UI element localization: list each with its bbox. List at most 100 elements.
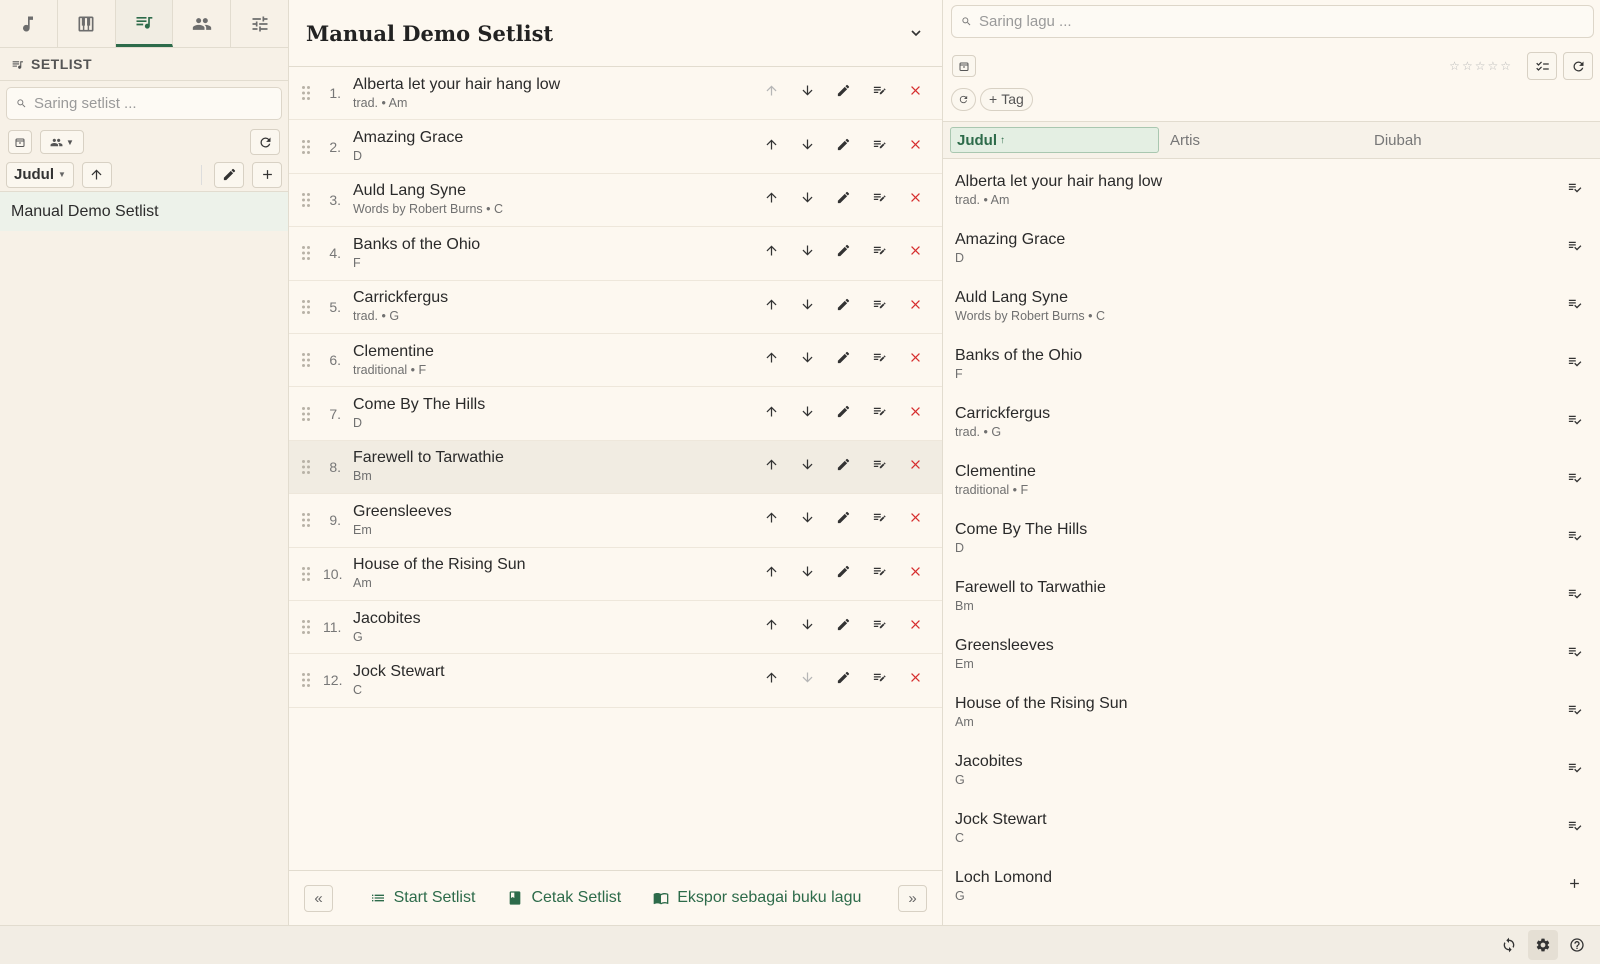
- remove-song-button[interactable]: [897, 452, 933, 482]
- edit-song-button[interactable]: [825, 399, 861, 429]
- drag-handle-icon[interactable]: [289, 192, 323, 208]
- tab-people[interactable]: [173, 0, 232, 47]
- move-down-button[interactable]: [789, 559, 825, 589]
- remove-song-button[interactable]: [897, 612, 933, 642]
- drag-handle-icon[interactable]: [289, 566, 323, 582]
- help-button[interactable]: [1562, 930, 1592, 960]
- sort-direction-button[interactable]: [81, 161, 112, 188]
- move-up-button[interactable]: [753, 505, 789, 535]
- library-song-row[interactable]: Farewell to Tarwathie Bm: [943, 567, 1600, 625]
- edit-song-button[interactable]: [825, 78, 861, 108]
- setlist-song-row[interactable]: 7. Come By The Hills D: [289, 387, 942, 441]
- move-up-button[interactable]: [753, 185, 789, 215]
- archive-button[interactable]: [952, 55, 976, 77]
- song-search[interactable]: [951, 5, 1594, 38]
- drag-handle-icon[interactable]: [289, 406, 323, 422]
- move-up-button[interactable]: [753, 132, 789, 162]
- remove-song-button[interactable]: [897, 78, 933, 108]
- move-up-button[interactable]: [753, 345, 789, 375]
- edit-song-button[interactable]: [825, 665, 861, 695]
- setlist-search-input[interactable]: [34, 95, 272, 112]
- tab-songs[interactable]: [0, 0, 58, 47]
- edit-setlist-entry-button[interactable]: [861, 132, 897, 162]
- edit-setlist-button[interactable]: [214, 161, 244, 188]
- library-song-row[interactable]: Jacobites G: [943, 741, 1600, 799]
- library-song-row[interactable]: Loch Lomond G: [943, 857, 1600, 915]
- remove-song-button[interactable]: [897, 238, 933, 268]
- in-setlist-button[interactable]: [1562, 758, 1586, 782]
- library-song-row[interactable]: Midnight Special: [943, 915, 1600, 925]
- setlist-song-row[interactable]: 1. Alberta let your hair hang low trad. …: [289, 67, 942, 121]
- move-up-button[interactable]: [753, 78, 789, 108]
- refresh-button[interactable]: [250, 129, 280, 155]
- edit-setlist-entry-button[interactable]: [861, 238, 897, 268]
- edit-setlist-entry-button[interactable]: [861, 345, 897, 375]
- edit-setlist-entry-button[interactable]: [861, 78, 897, 108]
- library-song-row[interactable]: House of the Rising Sun Am: [943, 683, 1600, 741]
- move-up-button[interactable]: [753, 399, 789, 429]
- move-up-button[interactable]: [753, 665, 789, 695]
- edit-setlist-entry-button[interactable]: [861, 292, 897, 322]
- remove-song-button[interactable]: [897, 132, 933, 162]
- multi-select-button[interactable]: [1527, 52, 1557, 80]
- setlist-song-row[interactable]: 8. Farewell to Tarwathie Bm: [289, 440, 942, 495]
- edit-song-button[interactable]: [825, 559, 861, 589]
- move-down-button[interactable]: [789, 238, 825, 268]
- in-setlist-button[interactable]: [1562, 178, 1586, 202]
- in-setlist-button[interactable]: [1562, 410, 1586, 434]
- move-down-button[interactable]: [789, 665, 825, 695]
- remove-song-button[interactable]: [897, 292, 933, 322]
- rating-filter[interactable]: ☆ ☆ ☆ ☆ ☆: [1449, 59, 1511, 73]
- drag-handle-icon[interactable]: [289, 139, 323, 155]
- library-song-row[interactable]: Banks of the Ohio F: [943, 335, 1600, 393]
- edit-setlist-entry-button[interactable]: [861, 505, 897, 535]
- move-down-button[interactable]: [789, 132, 825, 162]
- tab-instruments[interactable]: [58, 0, 116, 47]
- move-down-button[interactable]: [789, 78, 825, 108]
- setlist-search[interactable]: [6, 87, 282, 120]
- move-down-button[interactable]: [789, 292, 825, 322]
- move-down-button[interactable]: [789, 452, 825, 482]
- setlist-song-row[interactable]: 3. Auld Lang Syne Words by Robert Burns …: [289, 174, 942, 228]
- in-setlist-button[interactable]: [1562, 468, 1586, 492]
- tab-setlists[interactable]: [115, 0, 174, 47]
- edit-song-button[interactable]: [825, 238, 861, 268]
- remove-song-button[interactable]: [897, 345, 933, 375]
- setlist-song-row[interactable]: 4. Banks of the Ohio F: [289, 227, 942, 281]
- edit-setlist-entry-button[interactable]: [861, 399, 897, 429]
- setlist-song-row[interactable]: 12. Jock Stewart C: [289, 654, 942, 708]
- remove-song-button[interactable]: [897, 185, 933, 215]
- reset-filter-button[interactable]: [951, 87, 976, 111]
- collapse-right-button[interactable]: »: [898, 884, 927, 912]
- drag-handle-icon[interactable]: [289, 672, 323, 688]
- in-setlist-button[interactable]: [1562, 642, 1586, 666]
- refresh-button[interactable]: [1563, 52, 1593, 80]
- setlist-item[interactable]: Manual Demo Setlist: [0, 192, 288, 231]
- column-title-header[interactable]: Judul ↑: [950, 127, 1159, 153]
- add-setlist-button[interactable]: [252, 161, 282, 188]
- move-up-button[interactable]: [753, 452, 789, 482]
- move-up-button[interactable]: [753, 238, 789, 268]
- column-artist-header[interactable]: Artis: [1159, 132, 1374, 149]
- setlist-song-row[interactable]: 10. House of the Rising Sun Am: [289, 548, 942, 601]
- setlist-song-row[interactable]: 5. Carrickfergus trad. • G: [289, 281, 942, 334]
- edit-song-button[interactable]: [825, 452, 861, 482]
- move-down-button[interactable]: [789, 399, 825, 429]
- drag-handle-icon[interactable]: [289, 459, 323, 475]
- edit-song-button[interactable]: [825, 185, 861, 215]
- chevron-down-icon[interactable]: [908, 25, 924, 41]
- print-setlist-button[interactable]: Cetak Setlist: [507, 889, 621, 907]
- export-songbook-button[interactable]: Ekspor sebagai buku lagu: [653, 889, 861, 907]
- move-up-button[interactable]: [753, 612, 789, 642]
- song-search-input[interactable]: [979, 13, 1584, 30]
- edit-setlist-entry-button[interactable]: [861, 612, 897, 642]
- settings-button[interactable]: [1528, 930, 1558, 960]
- remove-song-button[interactable]: [897, 505, 933, 535]
- add-to-setlist-button[interactable]: [1562, 874, 1586, 898]
- archive-button[interactable]: [8, 130, 32, 154]
- edit-setlist-entry-button[interactable]: [861, 452, 897, 482]
- edit-song-button[interactable]: [825, 345, 861, 375]
- library-song-row[interactable]: Alberta let your hair hang low trad. • A…: [943, 161, 1600, 219]
- drag-handle-icon[interactable]: [289, 245, 323, 261]
- library-song-row[interactable]: Amazing Grace D: [943, 219, 1600, 277]
